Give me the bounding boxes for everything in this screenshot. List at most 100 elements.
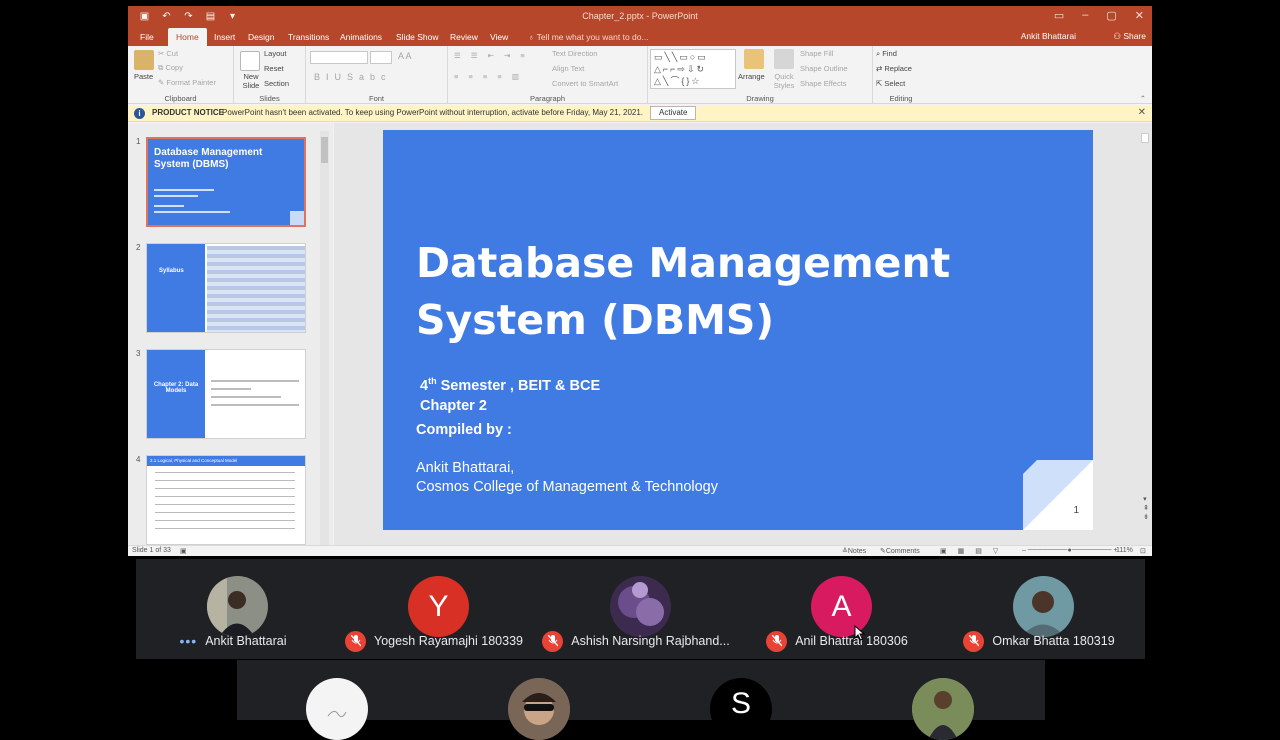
tab-animations[interactable]: Animations [332, 28, 390, 46]
paragraph-group: ☰ ☰ ⇤ ⇥ ≡ ≡ ≡ ≡ ≡ ▥ Text Direction Align… [448, 46, 648, 104]
drawing-label: Drawing [746, 94, 774, 103]
tab-slide-show[interactable]: Slide Show [388, 28, 447, 46]
participant-tile[interactable]: ••• Ankit Bhattarai [133, 559, 333, 659]
share-button[interactable]: ⚇ Share [1113, 31, 1146, 42]
slide-subtitle[interactable]: 4th Semester , BEIT & BCE Chapter 2 [420, 371, 600, 416]
section-button[interactable]: Section [264, 79, 289, 88]
spellcheck-icon[interactable]: ▣ [180, 547, 187, 555]
convert-smartart-button[interactable]: Convert to SmartArt [552, 79, 618, 88]
paste-button[interactable]: Paste [134, 72, 153, 81]
shape-effects-button[interactable]: Shape Effects [800, 79, 847, 88]
avatar[interactable] [306, 678, 368, 740]
participant-name: ••• Ankit Bhattarai [179, 633, 287, 649]
thumbnail-slide-3[interactable]: Chapter 2: Data Models [146, 349, 306, 439]
tab-insert[interactable]: Insert [206, 28, 243, 46]
quick-styles-button[interactable]: Quick Styles [770, 72, 798, 90]
layout-button[interactable]: Layout [264, 49, 287, 58]
notes-button[interactable]: ≙ Notes [842, 547, 866, 555]
font-size-box[interactable] [370, 51, 392, 64]
slide-count: Slide 1 of 33 [132, 547, 171, 554]
avatar-photo [1013, 576, 1074, 637]
avatar[interactable] [508, 678, 570, 740]
avatar-photo [912, 678, 974, 740]
zoom-level[interactable]: 111% [1116, 547, 1133, 554]
activate-button[interactable]: Activate [650, 106, 697, 120]
tab-file[interactable]: File [132, 28, 162, 46]
thumbnail-scrollbar[interactable] [320, 131, 329, 545]
view-buttons[interactable]: ▣▦▤▽ [940, 547, 1009, 555]
reset-button[interactable]: Reset [264, 64, 284, 73]
person-icon: ⚇ [1113, 31, 1124, 41]
avatar [610, 576, 671, 637]
page-fold-decoration [1023, 460, 1093, 530]
copy-button[interactable]: ⧉ Copy [158, 63, 183, 73]
replace-button[interactable]: ⇄ Replace [876, 64, 912, 73]
tell-me-box[interactable]: ♁ Tell me what you want to do... [520, 28, 657, 46]
avatar-photo [508, 678, 570, 740]
slide-title[interactable]: Database Management System (DBMS) [416, 235, 1016, 349]
author-block[interactable]: Ankit Bhattarai, Cosmos College of Manag… [416, 459, 718, 497]
tab-transitions[interactable]: Transitions [280, 28, 337, 46]
tab-review[interactable]: Review [442, 28, 486, 46]
scrollbar-thumb[interactable] [321, 137, 328, 163]
status-bar: Slide 1 of 33 ▣ ≙ Notes ✎ Comments ▣▦▤▽ … [128, 545, 1152, 556]
list-icons[interactable]: ☰ ☰ ⇤ ⇥ ≡ [454, 51, 529, 60]
avatar[interactable] [912, 678, 974, 740]
thumbnail-slide-4[interactable]: 2.1 Logical, Physical and Conceptual Mod… [146, 455, 306, 545]
drawing-group: ▭╲╲▭○▭ △⌐⌐⇨⇩↻ △╲⌒{}☆ Arrange Quick Styles … [648, 46, 873, 104]
participant-tile[interactable]: A Anil Bhattrai 180306 [737, 559, 937, 659]
font-name-box[interactable] [310, 51, 368, 64]
clipboard-group: Paste ✂ Cut ⧉ Copy ✎ Format Painter Clip… [128, 46, 234, 104]
paste-icon[interactable] [134, 50, 154, 70]
zoom-slider[interactable]: – ────────●──────── + [1022, 547, 1117, 554]
close-icon[interactable]: ✕ [1135, 9, 1144, 22]
fit-slide-icon[interactable]: ⊡ [1140, 547, 1146, 555]
tab-design[interactable]: Design [240, 28, 282, 46]
thumbnail-slide-2[interactable]: Syllabus [146, 243, 306, 333]
comments-button[interactable]: ✎ Comments [880, 547, 920, 555]
cut-button[interactable]: ✂ Cut [158, 49, 178, 58]
shapes-gallery[interactable]: ▭╲╲▭○▭ △⌐⌐⇨⇩↻ △╲⌒{}☆ [650, 49, 736, 89]
title-bar: ▣ ↶ ↷ ▤ ▾ Chapter_2.pptx - PowerPoint ▭ … [128, 6, 1152, 28]
select-button[interactable]: ⇱ Select [876, 79, 905, 88]
align-text-button[interactable]: Align Text [552, 64, 584, 73]
user-name[interactable]: Ankit Bhattarai [1021, 31, 1076, 41]
tab-view[interactable]: View [482, 28, 516, 46]
participant-name: Anil Bhattrai 180306 [737, 630, 937, 652]
editor-scrollbar[interactable] [1141, 133, 1149, 143]
tab-home[interactable]: Home [168, 28, 207, 46]
maximize-icon[interactable]: ▢ [1106, 9, 1116, 22]
text-direction-button[interactable]: Text Direction [552, 49, 597, 58]
slides-group: New Slide Layout Reset Section Slides [234, 46, 306, 104]
shape-fill-button[interactable]: Shape Fill [800, 49, 833, 58]
arrange-button[interactable]: Arrange [738, 72, 765, 81]
product-notice-bar: i PRODUCT NOTICE PowerPoint hasn't been … [128, 105, 1152, 122]
scroll-arrows-icon[interactable]: ▾ ⇞ ⇟ [1143, 495, 1149, 522]
participant-tile[interactable]: Ashish Narsingh Rajbhand... [536, 559, 736, 659]
mic-off-icon [345, 630, 367, 652]
new-slide-button[interactable]: New Slide [236, 72, 266, 90]
format-painter-button[interactable]: ✎ Format Painter [158, 78, 216, 87]
align-icons[interactable]: ≡ ≡ ≡ ≡ ▥ [454, 72, 523, 81]
ribbon-display-icon[interactable]: ▭ [1054, 9, 1064, 22]
current-slide[interactable]: Database Management System (DBMS) 4th Sem… [383, 130, 1093, 530]
compiled-by-label[interactable]: Compiled by : [416, 422, 512, 438]
quick-styles-icon[interactable] [774, 49, 794, 69]
collapse-ribbon-icon[interactable]: ⌃ [1140, 94, 1146, 103]
participant-tile[interactable]: Y Yogesh Rayamajhi 180339 [334, 559, 534, 659]
arrange-icon[interactable] [744, 49, 764, 69]
minimize-icon[interactable]: – [1082, 9, 1088, 22]
avatar-photo [610, 576, 671, 637]
find-button[interactable]: ⌕ Find [876, 49, 897, 59]
font-format-icons[interactable]: BIUSabc [314, 72, 392, 82]
ribbon: Paste ✂ Cut ⧉ Copy ✎ Format Painter Clip… [128, 46, 1152, 104]
new-slide-icon[interactable] [240, 51, 260, 71]
participant-name: Yogesh Rayamajhi 180339 [334, 630, 534, 652]
thumbnail-slide-1[interactable]: Database Management System (DBMS) [146, 137, 306, 227]
avatar[interactable]: S [710, 678, 772, 740]
font-size-icons[interactable]: A A [398, 51, 412, 61]
mic-off-icon [963, 630, 985, 652]
shape-outline-button[interactable]: Shape Outline [800, 64, 848, 73]
close-notice-icon[interactable]: ✕ [1138, 107, 1146, 118]
participant-tile[interactable]: Omkar Bhatta 180319 [939, 559, 1139, 659]
